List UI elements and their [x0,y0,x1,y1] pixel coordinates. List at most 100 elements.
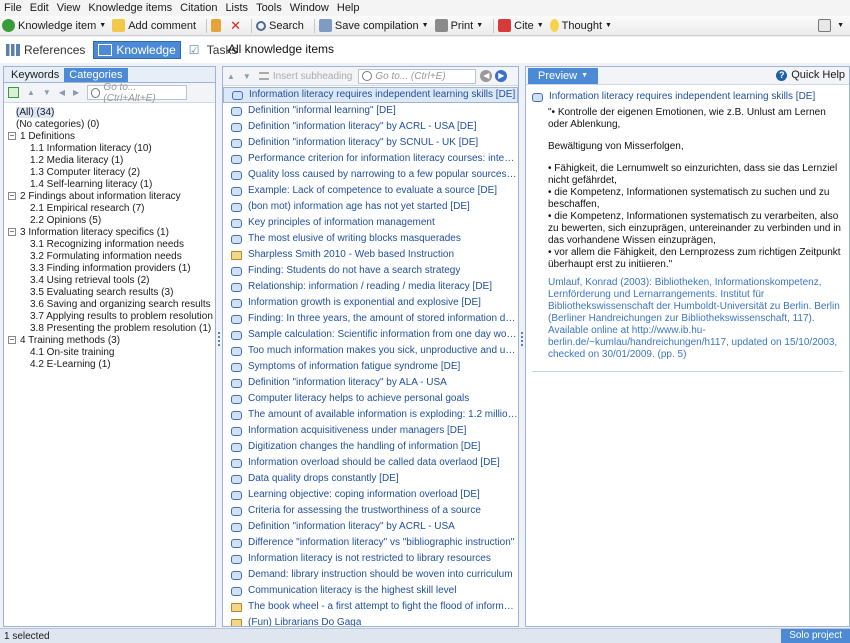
category-item[interactable]: −4 Training methods (3) [4,335,215,347]
list-item[interactable]: Digitization changes the handling of inf… [223,439,518,455]
list-item[interactable]: Information overload should be called da… [223,455,518,471]
list-item[interactable]: Data quality drops constantly [DE] [223,471,518,487]
move-up-icon[interactable]: ▲ [227,72,235,81]
collapse-icon[interactable]: − [8,336,16,345]
delete-button[interactable]: ✕ [230,18,241,34]
list-item[interactable]: Sharpless Smith 2010 - Web based Instruc… [223,247,518,263]
menu-tools[interactable]: Tools [256,2,282,14]
list-item[interactable]: Finding: In three years, the amount of s… [223,311,518,327]
category-item[interactable]: 1.1 Information literacy (10) [4,143,215,155]
move-down-icon[interactable]: ▼ [43,88,51,97]
list-item[interactable]: The amount of available information is e… [223,407,518,423]
layout-button[interactable]: ▼ [818,19,844,32]
forward-icon[interactable]: ▶ [495,70,508,82]
list-item[interactable]: Information literacy is not restricted t… [223,551,518,567]
menu-lists[interactable]: Lists [225,2,248,14]
category-item[interactable]: 4.1 On-site training [4,347,215,359]
list-item[interactable]: Criteria for assessing the trustworthine… [223,503,518,519]
category-item[interactable]: 2.1 Empirical research (7) [4,203,215,215]
print-button[interactable]: Print ▼ [434,19,483,32]
list-item[interactable]: Information growth is exponential and ex… [223,295,518,311]
knowledge-mode-button[interactable]: Knowledge [93,41,181,59]
category-item[interactable]: 3.5 Evaluating search results (3) [4,287,215,299]
list-item[interactable]: Definition "information literacy" by ACR… [223,519,518,535]
category-item[interactable]: (All) (34) [4,107,215,119]
source-citation[interactable]: Umlauf, Konrad (2003): Bibliotheken, Inf… [532,277,843,361]
list-item[interactable]: Symptoms of information fatigue syndrome… [223,359,518,375]
knowledge-item-button[interactable]: Knowledge item ▼ [2,19,106,32]
category-item[interactable]: 3.8 Presenting the problem resolution (1… [4,323,215,335]
references-mode-button[interactable]: References [2,41,89,59]
list-item[interactable]: Relationship: information / reading / me… [223,279,518,295]
category-item[interactable]: 3.1 Recognizing information needs [4,239,215,251]
category-item[interactable]: 1.4 Self-learning literacy (1) [4,179,215,191]
list-item[interactable]: (Fun) Librarians Do Gaga [223,615,518,626]
category-item[interactable]: 4.2 E-Learning (1) [4,359,215,371]
category-item[interactable]: 3.4 Using retrieval tools (2) [4,275,215,287]
list-item[interactable]: Sample calculation: Scientific informati… [223,327,518,343]
move-up-icon[interactable]: ▲ [27,88,35,97]
collapse-icon[interactable]: − [8,228,16,237]
list-item[interactable]: Finding: Students do not have a search s… [223,263,518,279]
splitter-handle[interactable] [520,330,524,352]
menu-knowledge-items[interactable]: Knowledge items [88,2,172,14]
list-item[interactable]: Definition "information literacy" by ALA… [223,375,518,391]
add-comment-button[interactable]: Add comment [112,19,196,32]
move-left-icon[interactable]: ◀ [59,88,65,97]
back-icon[interactable]: ◀ [480,70,493,82]
list-item[interactable]: The book wheel - a first attempt to figh… [223,599,518,615]
list-item[interactable]: Key principles of information management [223,215,518,231]
cite-button[interactable]: Cite ▼ [498,19,544,32]
list-item[interactable]: Example: Lack of competence to evaluate … [223,183,518,199]
menu-citation[interactable]: Citation [180,2,217,14]
add-category-icon[interactable] [8,87,19,98]
list-item[interactable]: Definition "information literacy" by SCN… [223,135,518,151]
menu-edit[interactable]: Edit [30,2,49,14]
save-compilation-button[interactable]: Save compilation ▼ [318,19,429,32]
category-item[interactable]: 1.2 Media literacy (1) [4,155,215,167]
list-item[interactable]: Too much information makes you sick, unp… [223,343,518,359]
collapse-icon[interactable]: − [8,192,16,201]
splitter-handle[interactable] [217,330,221,352]
collapse-icon[interactable]: − [8,132,16,141]
list-goto-input[interactable]: Go to... (Ctrl+E) [358,68,477,84]
thought-button[interactable]: Thought ▼ [549,19,612,32]
list-item[interactable]: Information literacy requires independen… [223,87,518,103]
menu-window[interactable]: Window [290,2,329,14]
category-item[interactable]: −2 Findings about information literacy [4,191,215,203]
list-item[interactable]: Communication literacy is the highest sk… [223,583,518,599]
category-item[interactable]: (No categories) (0) [4,119,215,131]
search-button[interactable]: Search [256,20,304,32]
list-item[interactable]: Quality loss caused by narrowing to a fe… [223,167,518,183]
menu-help[interactable]: Help [337,2,360,14]
category-item[interactable]: −3 Information literacy specifics (1) [4,227,215,239]
list-item[interactable]: Difference "information literacy" vs "bi… [223,535,518,551]
category-item[interactable]: 1.3 Computer literacy (2) [4,167,215,179]
move-down-icon[interactable]: ▼ [243,72,251,81]
move-right-icon[interactable]: ▶ [73,88,79,97]
list-item[interactable]: Learning objective: coping information o… [223,487,518,503]
category-item[interactable]: −1 Definitions [4,131,215,143]
category-goto-input[interactable]: Go to... (Ctrl+Alt+E) [87,82,188,104]
insert-subheading-button[interactable]: Insert subheading [258,71,352,82]
category-item[interactable]: 3.2 Formulating information needs [4,251,215,263]
list-item[interactable]: Computer literacy helps to achieve perso… [223,391,518,407]
category-item[interactable]: 3.6 Saving and organizing search results [4,299,215,311]
list-item[interactable]: Definition "information literacy" by ACR… [223,119,518,135]
list-item[interactable]: Definition "informal learning" [DE] [223,103,518,119]
edit-button[interactable] [211,19,224,32]
quick-help-button[interactable]: ? Quick Help [776,69,845,81]
list-item[interactable]: Information acquisitiveness under manage… [223,423,518,439]
tab-categories[interactable]: Categories [64,68,128,82]
preview-dropdown[interactable]: Preview ▼ [528,67,599,84]
preview-title[interactable]: Information literacy requires independen… [532,91,843,103]
category-item[interactable]: 2.2 Opinions (5) [4,215,215,227]
list-item[interactable]: (bon mot) information age has not yet st… [223,199,518,215]
list-item[interactable]: Demand: library instruction should be wo… [223,567,518,583]
category-item[interactable]: 3.7 Applying results to problem resoluti… [4,311,215,323]
category-item[interactable]: 3.3 Finding information providers (1) [4,263,215,275]
list-item[interactable]: Performance criterion for information li… [223,151,518,167]
menu-file[interactable]: File [4,2,22,14]
tab-keywords[interactable]: Keywords [6,68,64,82]
menu-view[interactable]: View [57,2,81,14]
